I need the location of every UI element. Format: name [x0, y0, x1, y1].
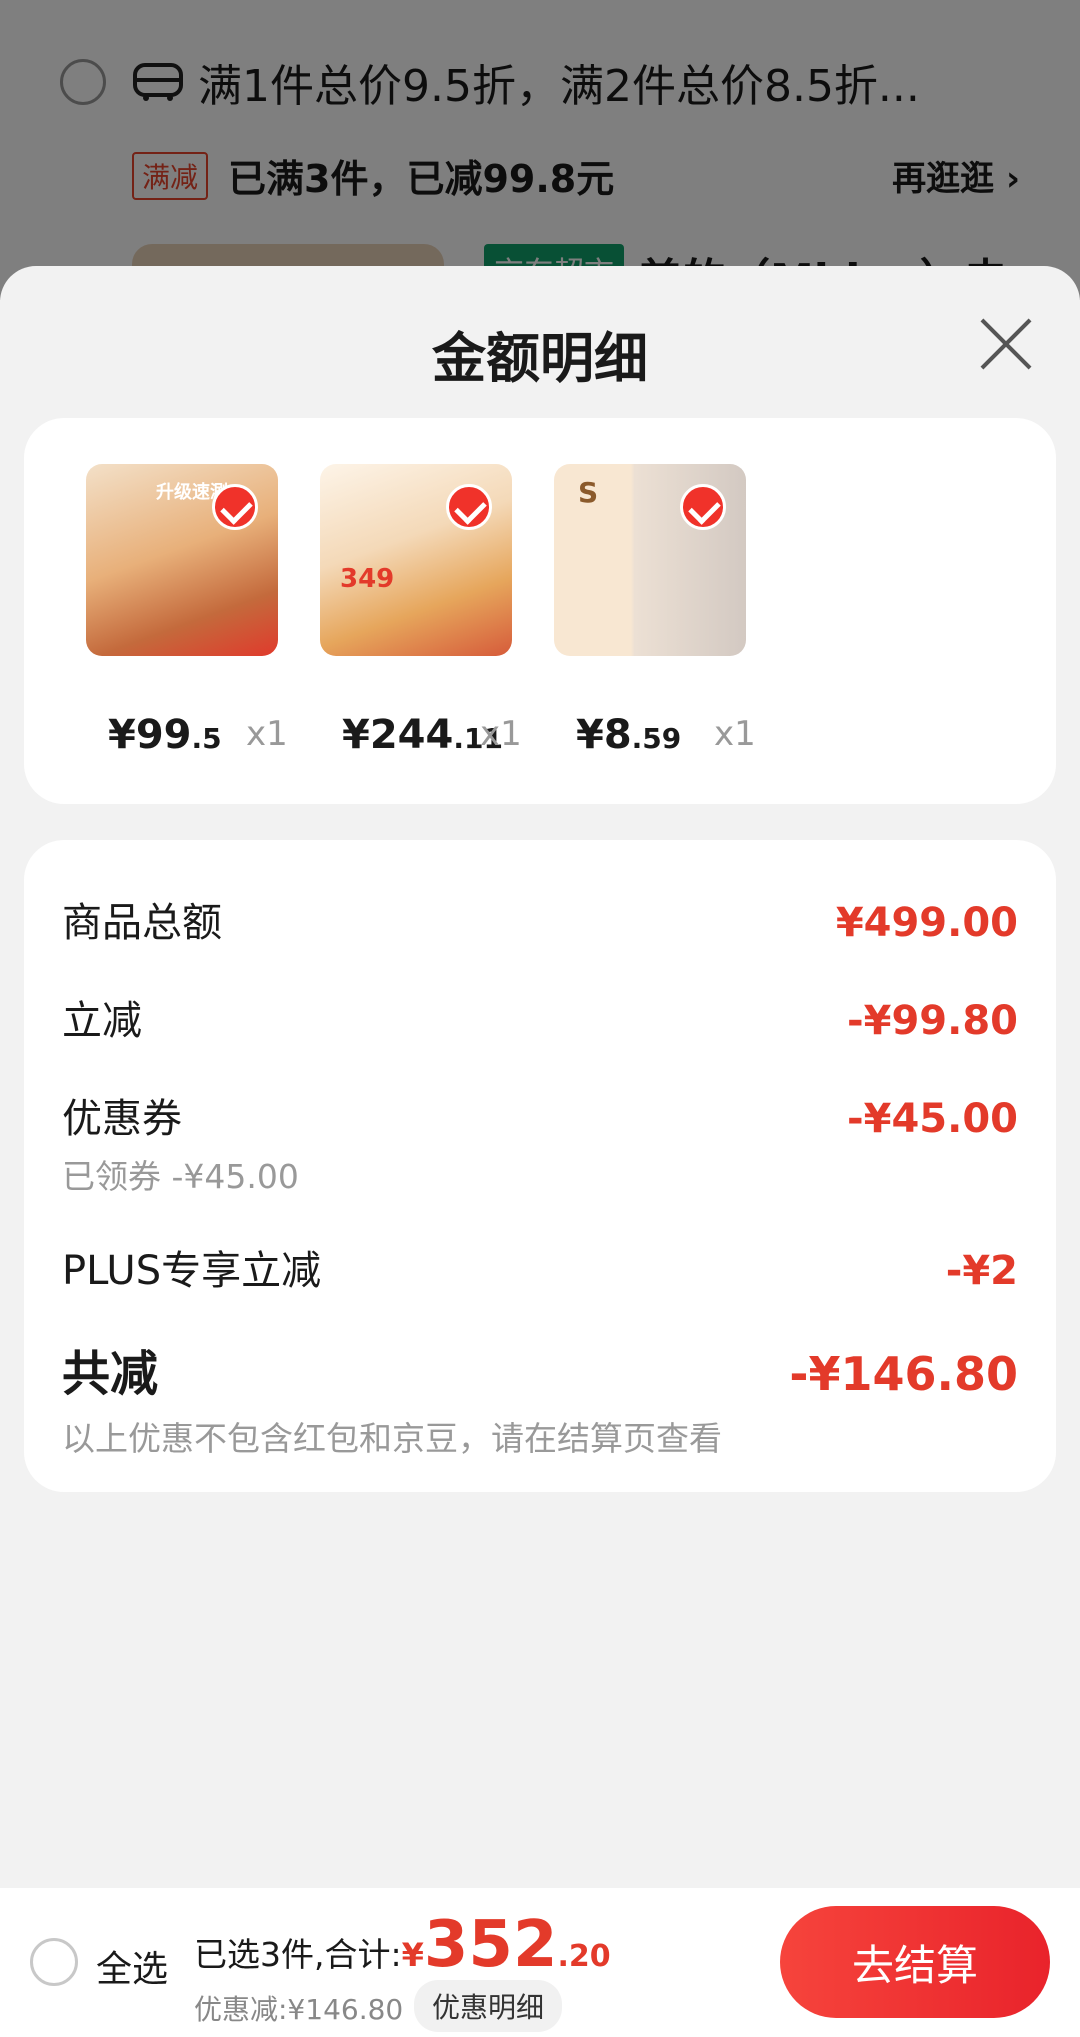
- product-image[interactable]: 349: [320, 464, 512, 656]
- sheet-title: 金额明细: [432, 327, 648, 390]
- coupon-value: -¥45.00: [847, 1096, 1018, 1142]
- product-item[interactable]: S ¥8.59 x1: [518, 464, 756, 758]
- product-price: ¥99.5: [108, 712, 222, 758]
- price-int: ¥99: [108, 712, 192, 758]
- coupon-row: 优惠券 -¥45.00: [62, 1086, 1018, 1144]
- price-int: ¥8: [576, 712, 632, 758]
- instant-discount-value: -¥99.80: [847, 998, 1018, 1044]
- price-dec: .5: [191, 722, 222, 755]
- select-all-label[interactable]: 全选: [96, 1940, 168, 1992]
- coupon-received-note: 已领券 -¥45.00: [62, 1157, 299, 1196]
- currency-symbol: ¥: [401, 1936, 424, 1974]
- total-summary: 已选3件,合计:¥352.20: [194, 1908, 611, 1982]
- product-qty: x1: [714, 714, 756, 754]
- total-saved-value: -¥146.80: [789, 1347, 1018, 1401]
- total-dec: .20: [557, 1939, 611, 1974]
- product-price: ¥8.59: [576, 712, 681, 758]
- product-image[interactable]: 升级速涮: [86, 464, 278, 656]
- checkout-bar: 全选 已选3件,合计:¥352.20 优惠减:¥146.80 优惠明细 去结算: [0, 1888, 1080, 2037]
- total-saved-label: 共减: [62, 1346, 159, 1402]
- product-price: ¥244.11: [342, 712, 503, 758]
- check-icon: [446, 484, 492, 530]
- selected-products-card: 升级速涮 ¥99.5 x1 349 ¥244.11 x1 S ¥8.59 x1: [24, 418, 1056, 804]
- goods-total-label: 商品总额: [62, 900, 222, 946]
- close-icon[interactable]: [976, 314, 1036, 374]
- product-image[interactable]: S: [554, 464, 746, 656]
- price-int: ¥244: [342, 712, 454, 758]
- product-item[interactable]: 349 ¥244.11 x1: [284, 464, 522, 758]
- product-image-text: 349: [340, 564, 395, 594]
- product-qty: x1: [480, 714, 522, 754]
- price-dec: .59: [631, 722, 682, 755]
- total-int: 352: [423, 1908, 558, 1982]
- selected-count: 已选3件,合计:: [194, 1935, 402, 1974]
- check-icon: [212, 484, 258, 530]
- checkout-button[interactable]: 去结算: [780, 1906, 1050, 2018]
- instant-discount-label: 立减: [62, 998, 142, 1044]
- product-qty: x1: [246, 714, 288, 754]
- total-saved-row: 共减 -¥146.80: [62, 1334, 1018, 1404]
- instant-discount-row: 立减 -¥99.80: [62, 988, 1018, 1046]
- amount-detail-sheet: 金额明细 升级速涮 ¥99.5 x1 349 ¥244.11 x1 S ¥8 .5: [0, 266, 1080, 2037]
- amount-breakdown-card: 商品总额 ¥499.00 立减 -¥99.80 优惠券 -¥45.00 已领券 …: [24, 840, 1056, 1492]
- plus-discount-value: -¥2: [945, 1248, 1018, 1294]
- product-item[interactable]: 升级速涮 ¥99.5 x1: [50, 464, 288, 758]
- product-image-text: S: [578, 476, 599, 509]
- dim-overlay[interactable]: [0, 0, 1080, 300]
- select-all-radio[interactable]: [30, 1938, 78, 1986]
- coupon-label: 优惠券: [62, 1096, 182, 1142]
- discount-note: 以上优惠不包含红包和京豆，请在结算页查看: [62, 1419, 722, 1458]
- plus-discount-row: PLUS专享立减 -¥2: [62, 1238, 1018, 1296]
- discount-detail-button[interactable]: 优惠明细: [414, 1980, 563, 2032]
- sheet-header: 金额明细: [0, 266, 1080, 426]
- discount-summary: 优惠减:¥146.80: [194, 1993, 404, 2026]
- goods-total-value: ¥499.00: [835, 900, 1018, 946]
- plus-discount-label: PLUS专享立减: [62, 1248, 322, 1294]
- goods-total-row: 商品总额 ¥499.00: [62, 890, 1018, 948]
- check-icon: [680, 484, 726, 530]
